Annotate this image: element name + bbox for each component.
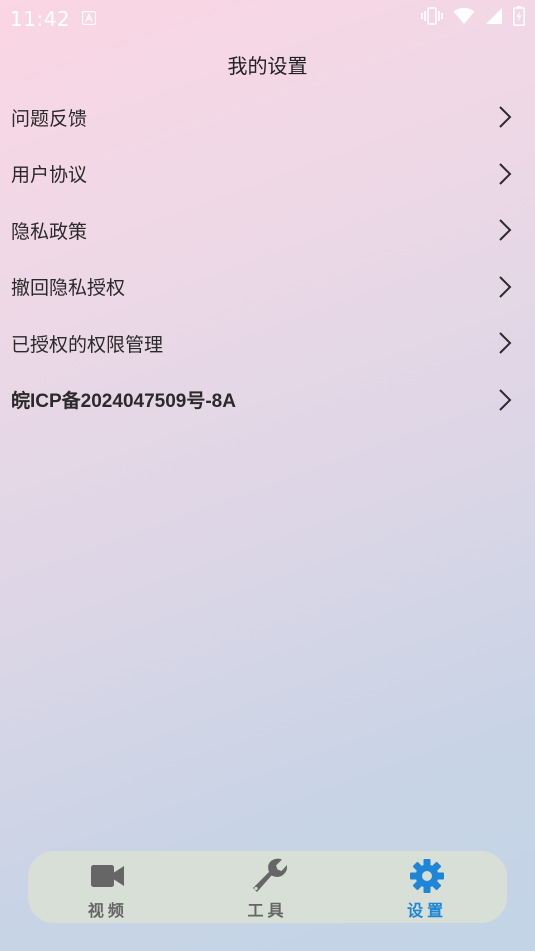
menu-item-permission-management[interactable]: 已授权的权限管理 <box>0 315 535 372</box>
chevron-right-icon <box>499 163 512 185</box>
status-time: 11:42 <box>10 7 71 31</box>
signal-icon <box>485 7 503 29</box>
status-bar: 11:42 <box>0 0 535 38</box>
chevron-right-icon <box>499 106 512 128</box>
vibrate-icon <box>421 7 443 29</box>
status-icons <box>421 6 525 30</box>
menu-item-label: 问题反馈 <box>11 107 88 130</box>
nav-label-settings: 设置 <box>407 901 448 920</box>
menu-item-label: 皖ICP备2024047509号-8A <box>11 391 236 413</box>
menu-item-label: 撤回隐私授权 <box>11 277 126 300</box>
nav-label-tools: 工具 <box>247 901 288 920</box>
chevron-right-icon <box>499 276 512 298</box>
menu-item-icp-record[interactable]: 皖ICP备2024047509号-8A <box>0 372 535 429</box>
wrench-icon <box>252 858 287 892</box>
menu-item-privacy-policy[interactable]: 隐私政策 <box>0 202 535 259</box>
nav-item-video[interactable]: 视频 <box>28 851 188 923</box>
chevron-right-icon <box>499 332 512 354</box>
page-title: 我的设置 <box>227 54 308 78</box>
menu-item-feedback[interactable]: 问题反馈 <box>0 89 535 146</box>
chevron-right-icon <box>499 219 512 241</box>
a-notification-icon <box>81 10 97 26</box>
nav-item-settings[interactable]: 设置 <box>347 851 507 923</box>
menu-item-label: 已授权的权限管理 <box>11 333 164 356</box>
nav-item-tools[interactable]: 工具 <box>188 851 348 923</box>
bottom-nav: 视频 工具 设置 <box>28 851 507 923</box>
menu-item-label: 隐私政策 <box>11 220 88 243</box>
video-camera-icon <box>90 865 124 887</box>
menu-item-label: 用户协议 <box>11 164 88 187</box>
menu-item-user-agreement[interactable]: 用户协议 <box>0 146 535 203</box>
settings-menu: 问题反馈 用户协议 隐私政策 撤回隐私授权 已授权的权限管理 皖ICP备2024… <box>0 89 535 428</box>
menu-item-revoke-privacy[interactable]: 撤回隐私授权 <box>0 259 535 316</box>
chevron-right-icon <box>499 389 512 411</box>
gear-icon <box>410 859 445 893</box>
wifi-icon <box>453 7 475 29</box>
battery-charging-icon <box>513 6 525 30</box>
nav-label-video: 视频 <box>87 901 128 920</box>
